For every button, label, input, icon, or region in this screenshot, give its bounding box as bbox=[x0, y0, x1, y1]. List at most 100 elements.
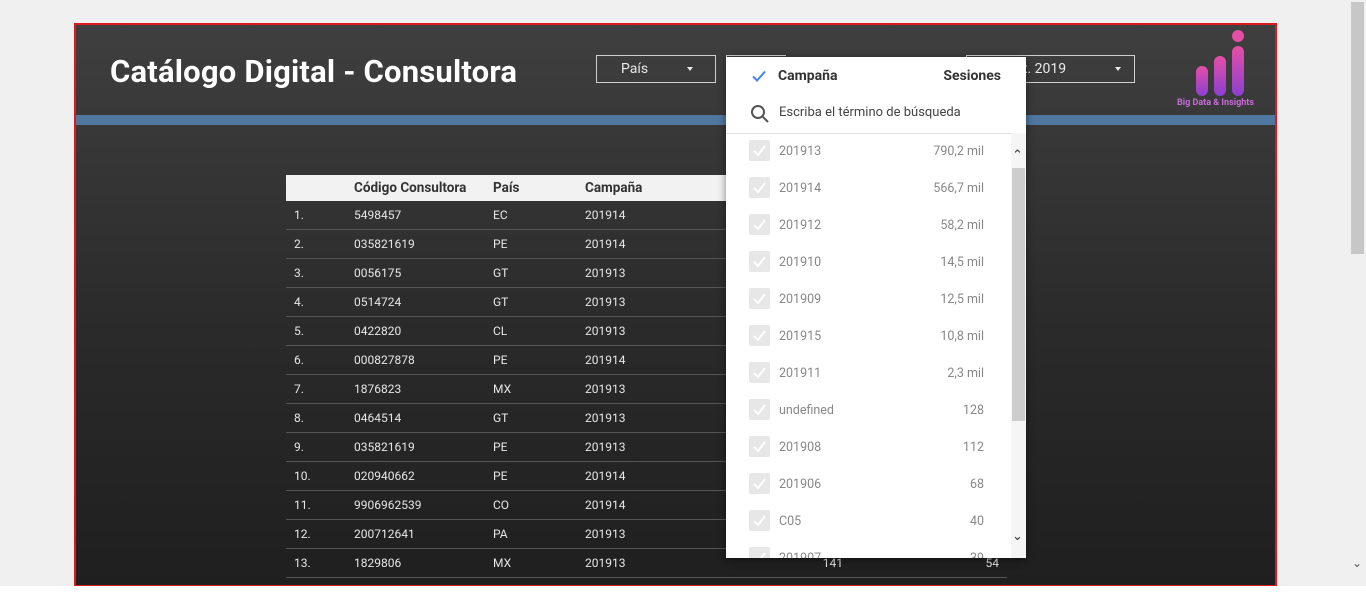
row-index: 10. bbox=[286, 461, 346, 491]
dropdown-header: Campaña Sesiones bbox=[726, 57, 1026, 95]
dropdown-scrollbar[interactable]: ⌃ ⌄ bbox=[1011, 133, 1026, 558]
chevron-up-icon[interactable]: ⌃ bbox=[1012, 149, 1023, 162]
option-checkbox[interactable] bbox=[749, 140, 770, 161]
row-index: 7. bbox=[286, 374, 346, 404]
option-value: 14,5 mil bbox=[940, 255, 984, 270]
option-label: 201906 bbox=[779, 477, 822, 492]
dropdown-option[interactable]: 201913 790,2 mil bbox=[726, 133, 1011, 170]
check-icon bbox=[753, 256, 766, 268]
dropdown-option[interactable]: 201909 12,5 mil bbox=[726, 281, 1011, 318]
row-campana: 201913 bbox=[577, 432, 719, 462]
row-campana: 201914 bbox=[577, 201, 719, 230]
option-checkbox[interactable] bbox=[749, 436, 770, 457]
row-pais: PA bbox=[485, 519, 577, 549]
row-index: 2. bbox=[286, 229, 346, 259]
column-header-codigo[interactable]: Código Consultora bbox=[346, 175, 485, 201]
option-checkbox[interactable] bbox=[749, 251, 770, 272]
dropdown-option[interactable]: 201907 39 bbox=[726, 540, 1011, 558]
option-value: 58,2 mil bbox=[940, 218, 984, 233]
option-value: 2,3 mil bbox=[947, 366, 984, 381]
check-icon bbox=[753, 367, 766, 379]
dropdown-option[interactable]: C05 40 bbox=[726, 503, 1011, 540]
option-label: 201914 bbox=[779, 181, 822, 196]
row-campana: 201913 bbox=[577, 374, 719, 404]
row-codigo: 9906962539 bbox=[346, 490, 485, 520]
option-checkbox[interactable] bbox=[749, 510, 770, 531]
dropdown-option[interactable]: 201911 2,3 mil bbox=[726, 355, 1011, 392]
option-checkbox[interactable] bbox=[749, 473, 770, 494]
dropdown-option[interactable]: 201910 14,5 mil bbox=[726, 244, 1011, 281]
page-scrollbar[interactable]: ⌄ bbox=[1349, 0, 1366, 586]
chevron-down-icon[interactable]: ⌄ bbox=[1012, 530, 1023, 543]
check-icon bbox=[753, 145, 766, 157]
dropdown-search[interactable]: Escriba el término de búsqueda bbox=[726, 95, 1026, 134]
report-canvas: Catálogo Digital - Consultora País pt. 2… bbox=[74, 23, 1277, 587]
row-codigo: 1829806 bbox=[346, 548, 485, 578]
row-index: 13. bbox=[286, 548, 346, 578]
dropdown-option[interactable]: 201912 58,2 mil bbox=[726, 207, 1011, 244]
column-header-index[interactable] bbox=[286, 175, 346, 201]
dropdown-scroll-thumb[interactable] bbox=[1012, 168, 1025, 421]
row-index: 5. bbox=[286, 316, 346, 346]
bottom-strip bbox=[0, 586, 1366, 611]
row-index: 1. bbox=[286, 201, 346, 230]
option-label: 201908 bbox=[779, 440, 822, 455]
row-codigo: 035821619 bbox=[346, 229, 485, 259]
row-index: 12. bbox=[286, 519, 346, 549]
dropdown-option[interactable]: 201908 112 bbox=[726, 429, 1011, 466]
chevron-down-icon[interactable]: ⌄ bbox=[1352, 556, 1362, 570]
dropdown-option[interactable]: 201914 566,7 mil bbox=[726, 170, 1011, 207]
chevron-down-icon bbox=[687, 67, 693, 71]
country-filter-label: País bbox=[621, 61, 649, 77]
option-checkbox[interactable] bbox=[749, 362, 770, 383]
logo-text: Big Data & Insights bbox=[1177, 98, 1254, 108]
select-all-check-icon[interactable] bbox=[751, 68, 767, 84]
dropdown-option[interactable]: 201906 68 bbox=[726, 466, 1011, 503]
option-value: 128 bbox=[962, 403, 984, 418]
option-checkbox[interactable] bbox=[749, 288, 770, 309]
row-pais: GT bbox=[485, 287, 577, 317]
check-icon bbox=[753, 478, 766, 490]
option-label: C05 bbox=[779, 514, 802, 529]
option-checkbox[interactable] bbox=[749, 214, 770, 235]
check-icon bbox=[754, 552, 766, 558]
option-value: 39 bbox=[970, 551, 984, 558]
row-codigo: 0056175 bbox=[346, 258, 485, 288]
option-label: 201913 bbox=[779, 144, 822, 159]
column-header-pais[interactable]: País bbox=[485, 175, 577, 201]
row-codigo: 5498457 bbox=[346, 201, 485, 230]
option-checkbox[interactable] bbox=[749, 547, 770, 558]
row-campana: 201913 bbox=[577, 519, 719, 549]
check-icon bbox=[753, 404, 766, 416]
row-campana: 201914 bbox=[577, 345, 719, 375]
option-checkbox[interactable] bbox=[749, 177, 770, 198]
option-checkbox[interactable] bbox=[749, 325, 770, 346]
column-header-campana[interactable]: Campaña bbox=[577, 175, 719, 201]
dropdown-option[interactable]: undefined 128 bbox=[726, 392, 1011, 429]
check-icon bbox=[753, 515, 766, 527]
row-pais: GT bbox=[485, 258, 577, 288]
option-value: 10,8 mil bbox=[940, 329, 984, 344]
row-campana: 201913 bbox=[577, 403, 719, 433]
row-index: 9. bbox=[286, 432, 346, 462]
row-codigo: 035821619 bbox=[346, 432, 485, 462]
row-codigo: 000827878 bbox=[346, 345, 485, 375]
option-label: 201910 bbox=[779, 255, 822, 270]
row-codigo: 020940662 bbox=[346, 461, 485, 491]
page-scroll-thumb[interactable] bbox=[1351, 2, 1364, 254]
row-index: 11. bbox=[286, 490, 346, 520]
option-value: 68 bbox=[969, 477, 984, 492]
country-filter-dropdown[interactable]: País bbox=[596, 55, 716, 83]
option-label: 201909 bbox=[779, 292, 822, 307]
row-pais: EC bbox=[485, 201, 577, 230]
check-icon bbox=[753, 182, 766, 194]
row-codigo: 200712641 bbox=[346, 519, 485, 549]
option-checkbox[interactable] bbox=[749, 399, 770, 420]
row-pais: CL bbox=[485, 316, 577, 346]
dropdown-option[interactable]: 201915 10,8 mil bbox=[726, 318, 1011, 355]
search-input[interactable]: Escriba el término de búsqueda bbox=[779, 105, 961, 120]
row-pais: MX bbox=[485, 374, 577, 404]
row-pais: PE bbox=[485, 432, 577, 462]
row-index: 8. bbox=[286, 403, 346, 433]
row-campana: 201913 bbox=[577, 548, 719, 578]
